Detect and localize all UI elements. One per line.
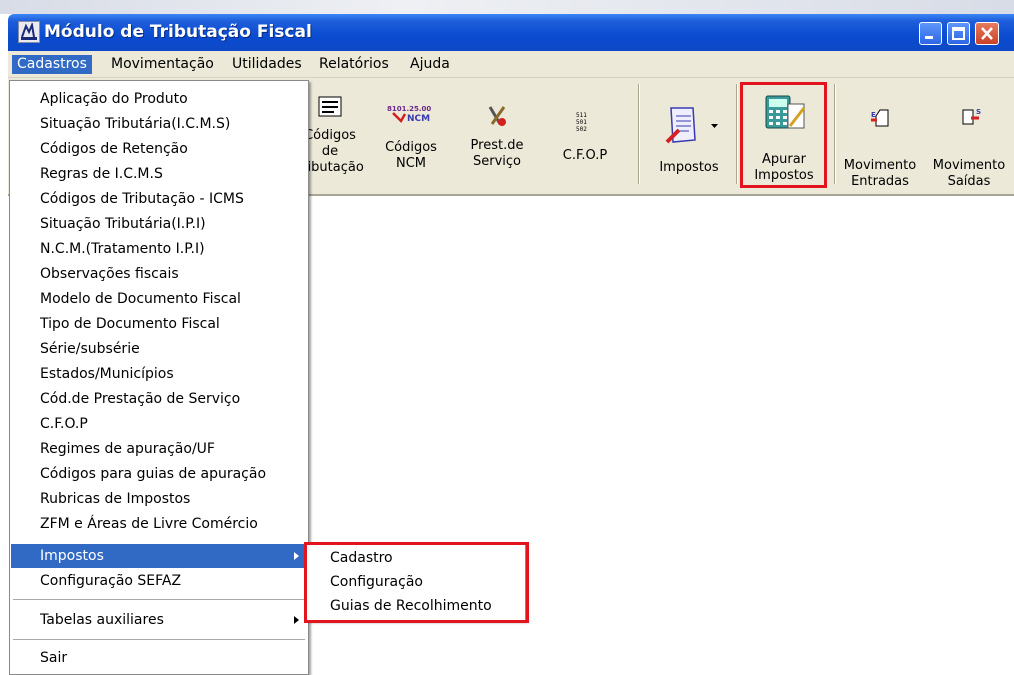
codigos-ncm-button[interactable]: 8101.25.00 NCM Códigos NCM bbox=[381, 84, 441, 189]
menu-item-regras-icms[interactable]: Regras de I.C.M.S bbox=[11, 162, 307, 186]
impostos-button[interactable]: Impostos bbox=[649, 84, 729, 189]
cfop-button[interactable]: 511 501 502 C.F.O.P bbox=[556, 84, 614, 189]
menu-item-situacao-ipi[interactable]: Situação Tributária(I.P.I) bbox=[11, 212, 307, 236]
menu-item-estados-municipios[interactable]: Estados/Municípios bbox=[11, 362, 307, 386]
toolbar-separator bbox=[834, 84, 836, 184]
toolbar-separator bbox=[736, 84, 738, 184]
menu-item-regimes-apuracao[interactable]: Regimes de apuração/UF bbox=[11, 437, 307, 461]
menu-item-impostos[interactable]: Impostos bbox=[11, 544, 307, 568]
highlight-box-submenu bbox=[304, 542, 529, 623]
submenu-arrow-icon bbox=[294, 552, 299, 560]
saidas-icon: S bbox=[962, 108, 981, 125]
menu-movimentacao[interactable]: Movimentação bbox=[106, 55, 219, 74]
maximize-button[interactable] bbox=[947, 22, 970, 45]
svg-text:E: E bbox=[871, 111, 876, 119]
menu-item-ncm-ipi[interactable]: N.C.M.(Tratamento I.P.I) bbox=[11, 237, 307, 261]
title-bar[interactable]: Módulo de Tributação Fiscal bbox=[8, 14, 1014, 51]
mov-entradas-label-1: Movimento bbox=[843, 158, 917, 173]
svg-text:S: S bbox=[976, 108, 981, 116]
submenu-arrow-icon bbox=[294, 616, 299, 624]
cadastros-dropdown-menu: Aplicação do Produto Situação Tributária… bbox=[9, 80, 309, 675]
svg-text:NCM: NCM bbox=[407, 114, 430, 124]
entradas-icon: E bbox=[871, 109, 889, 127]
prest-servico-label-1: Prest.de bbox=[470, 138, 524, 153]
menu-item-codigos-guias[interactable]: Códigos para guias de apuração bbox=[11, 462, 307, 486]
codigos-ncm-label-2: NCM bbox=[395, 156, 427, 171]
svg-text:511: 511 bbox=[576, 112, 587, 119]
mov-entradas-label-2: Entradas bbox=[851, 174, 909, 189]
prest-servico-label-2: Serviço bbox=[472, 154, 521, 169]
mov-saidas-label-2: Saídas bbox=[947, 174, 991, 189]
menu-item-situacao-icms[interactable]: Situação Tributária(I.C.M.S) bbox=[11, 112, 307, 136]
tools-icon bbox=[488, 106, 506, 126]
menu-item-modelo-documento[interactable]: Modelo de Documento Fiscal bbox=[11, 287, 307, 311]
menu-item-tabelas-auxiliares[interactable]: Tabelas auxiliares bbox=[11, 608, 307, 632]
cfop-icon: 511 501 502 bbox=[576, 112, 587, 133]
menu-item-impostos-label: Impostos bbox=[40, 548, 104, 564]
menu-item-observacoes-fiscais[interactable]: Observações fiscais bbox=[11, 262, 307, 286]
ncm-icon: NCM bbox=[392, 112, 430, 124]
impostos-label: Impostos bbox=[659, 160, 719, 175]
codigos-ncm-label-1: Códigos bbox=[385, 140, 437, 155]
menu-item-aplicacao-produto[interactable]: Aplicação do Produto bbox=[11, 87, 307, 111]
menu-bar: Cadastros Movimentação Utilidades Relató… bbox=[8, 51, 1014, 78]
menu-item-codigos-retencao[interactable]: Códigos de Retenção bbox=[11, 137, 307, 161]
menu-separator bbox=[13, 599, 305, 600]
toolbar-separator bbox=[638, 84, 640, 184]
menu-item-tabelas-label: Tabelas auxiliares bbox=[40, 612, 164, 628]
dropdown-arrow-icon bbox=[711, 124, 718, 128]
svg-text:501: 501 bbox=[576, 119, 587, 126]
menu-item-sair[interactable]: Sair bbox=[11, 646, 307, 670]
menu-relatorios[interactable]: Relatórios bbox=[314, 55, 394, 74]
menu-cadastros[interactable]: Cadastros bbox=[12, 55, 92, 74]
minimize-button[interactable] bbox=[919, 22, 942, 45]
menu-item-prestacao-servico[interactable]: Cód.de Prestação de Serviço bbox=[11, 387, 307, 411]
scroll-document-icon bbox=[665, 107, 696, 144]
highlight-box-apurar bbox=[740, 82, 827, 188]
svg-text:502: 502 bbox=[576, 126, 587, 133]
menu-item-codigos-tributacao-icms[interactable]: Códigos de Tributação - ICMS bbox=[11, 187, 307, 211]
movimento-entradas-button[interactable]: E Movimento Entradas bbox=[838, 84, 922, 189]
menu-item-cfop[interactable]: C.F.O.P bbox=[11, 412, 307, 436]
mov-saidas-label-1: Movimento bbox=[932, 158, 1006, 173]
window-title: Módulo de Tributação Fiscal bbox=[44, 22, 312, 42]
cfop-label: C.F.O.P bbox=[562, 148, 608, 163]
prest-servico-button[interactable]: Prest.de Serviço bbox=[466, 84, 528, 189]
close-button[interactable] bbox=[975, 22, 999, 45]
app-logo-icon bbox=[18, 21, 40, 43]
menu-separator bbox=[13, 639, 305, 640]
desktop-background bbox=[0, 0, 1014, 14]
movimento-saidas-button[interactable]: S Movimento Saídas bbox=[927, 84, 1011, 189]
menu-item-tipo-documento[interactable]: Tipo de Documento Fiscal bbox=[11, 312, 307, 336]
menu-item-configuracao-sefaz[interactable]: Configuração SEFAZ bbox=[11, 569, 307, 593]
menu-utilidades[interactable]: Utilidades bbox=[227, 55, 307, 74]
table-icon bbox=[318, 96, 342, 117]
menu-ajuda[interactable]: Ajuda bbox=[405, 55, 455, 74]
menu-item-rubricas-impostos[interactable]: Rubricas de Impostos bbox=[11, 487, 307, 511]
menu-item-zfm[interactable]: ZFM e Áreas de Livre Comércio bbox=[11, 512, 307, 536]
menu-item-serie-subserie[interactable]: Série/subsérie bbox=[11, 337, 307, 361]
